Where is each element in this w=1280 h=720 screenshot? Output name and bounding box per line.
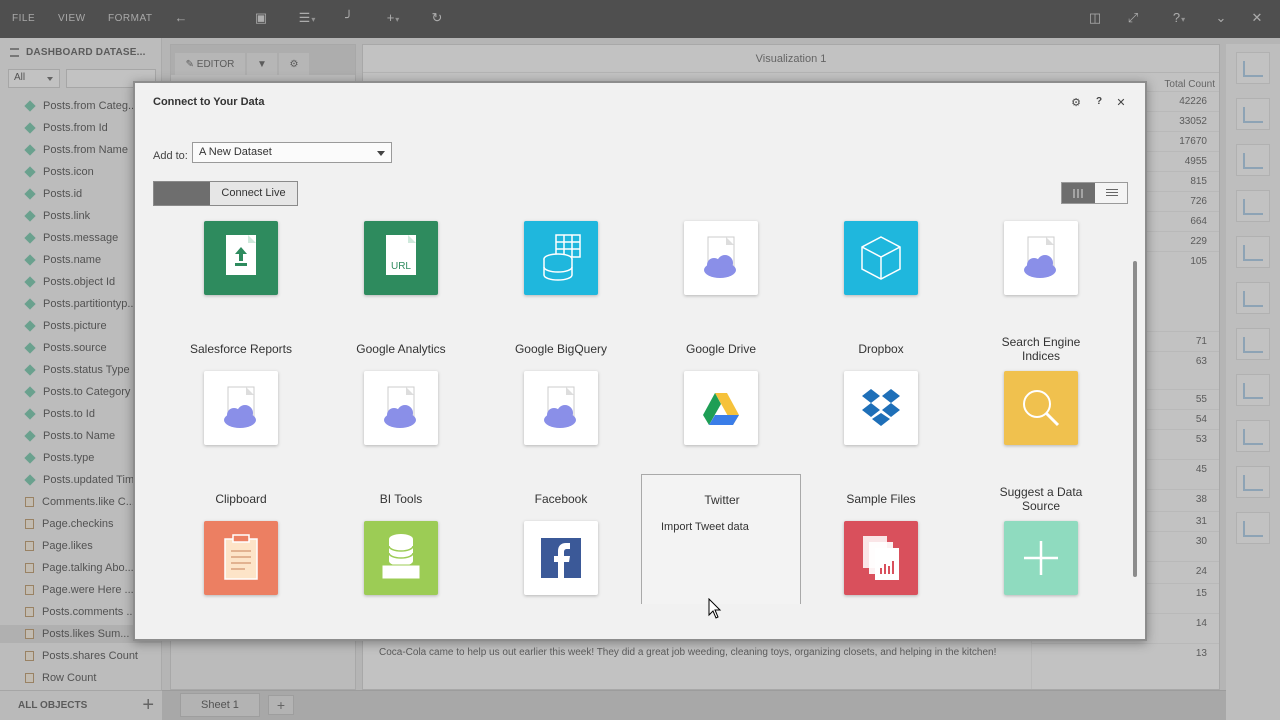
google-drive-source-tile[interactable] bbox=[684, 371, 758, 445]
source-label: Salesforce Reports bbox=[189, 342, 293, 356]
connect-live-button[interactable]: Connect Live bbox=[210, 182, 297, 205]
cloud-file-icon bbox=[704, 236, 736, 278]
source-label: Search Engine Indices bbox=[1001, 335, 1081, 363]
url-source-tile[interactable]: URL bbox=[364, 221, 438, 295]
svg-text:URL: URL bbox=[391, 261, 411, 272]
cloud-file-icon bbox=[224, 386, 256, 428]
source-label: Google BigQuery bbox=[514, 342, 608, 356]
settings-icon[interactable]: ⚙ bbox=[1069, 96, 1083, 109]
grid-view-icon[interactable] bbox=[1062, 183, 1095, 203]
cube-icon bbox=[861, 236, 901, 280]
database-table-icon bbox=[543, 234, 581, 281]
source-label: Clipboard bbox=[215, 492, 267, 506]
all-mode-button[interactable]: All bbox=[154, 182, 210, 205]
cloud-file-source-tile[interactable] bbox=[684, 221, 758, 295]
cube-source-tile[interactable] bbox=[844, 221, 918, 295]
import-tweet-link[interactable]: Import Tweet data bbox=[661, 521, 749, 533]
dropbox-icon bbox=[862, 389, 900, 426]
sample-files-icon bbox=[863, 536, 899, 580]
database-source-tile[interactable] bbox=[364, 521, 438, 595]
twitter-title: Twitter bbox=[704, 493, 740, 507]
connect-data-dialog: Connect to Your Data ⚙ ? ✕ Add to: A New… bbox=[133, 81, 1147, 641]
dialog-scrollbar[interactable] bbox=[1133, 261, 1137, 577]
cloud-file-source-tile[interactable] bbox=[364, 371, 438, 445]
dropbox-source-tile[interactable] bbox=[844, 371, 918, 445]
view-mode-toggle bbox=[1061, 182, 1128, 204]
database-icon bbox=[381, 534, 421, 580]
add-to-select[interactable]: A New Dataset bbox=[192, 142, 392, 163]
add-to-label: Add to: bbox=[153, 150, 188, 162]
cloud-file-icon bbox=[544, 386, 576, 428]
cloud-file-source-tile[interactable] bbox=[204, 371, 278, 445]
cloud-file-icon bbox=[384, 386, 416, 428]
search-source-tile[interactable] bbox=[1004, 371, 1078, 445]
connection-mode-toggle: All Connect Live bbox=[153, 181, 298, 206]
cloud-file-source-tile[interactable] bbox=[1004, 221, 1078, 295]
database-table-source-tile[interactable] bbox=[524, 221, 598, 295]
source-label: Suggest a Data Source bbox=[999, 485, 1083, 513]
source-label: Sample Files bbox=[846, 492, 916, 506]
source-label: Google Analytics bbox=[356, 342, 446, 356]
dialog-title: Connect to Your Data bbox=[153, 96, 265, 108]
facebook-icon bbox=[541, 538, 581, 578]
plus-source-tile[interactable] bbox=[1004, 521, 1078, 595]
source-label: Dropbox bbox=[858, 342, 904, 356]
google-drive-icon bbox=[703, 393, 739, 425]
search-icon bbox=[1023, 390, 1060, 427]
clipboard-icon bbox=[224, 534, 258, 580]
cloud-file-source-tile[interactable] bbox=[524, 371, 598, 445]
url-icon: URL bbox=[386, 235, 416, 275]
list-view-icon[interactable] bbox=[1095, 183, 1127, 203]
source-label: BI Tools bbox=[379, 492, 423, 506]
upload-file-source-tile[interactable] bbox=[204, 221, 278, 295]
source-label: Google Drive bbox=[685, 342, 757, 356]
close-dialog-icon[interactable]: ✕ bbox=[1114, 96, 1128, 109]
cloud-file-icon bbox=[1024, 236, 1056, 278]
sample-files-source-tile[interactable] bbox=[844, 521, 918, 595]
upload-file-icon bbox=[226, 235, 256, 275]
mouse-cursor-icon bbox=[708, 598, 722, 619]
facebook-source-tile[interactable] bbox=[524, 521, 598, 595]
help-icon[interactable]: ? bbox=[1092, 96, 1106, 107]
clipboard-source-tile[interactable] bbox=[204, 521, 278, 595]
twitter-source-card[interactable]: Twitter Import Tweet data bbox=[641, 474, 801, 604]
source-label: Facebook bbox=[534, 492, 588, 506]
plus-icon bbox=[1024, 541, 1058, 575]
